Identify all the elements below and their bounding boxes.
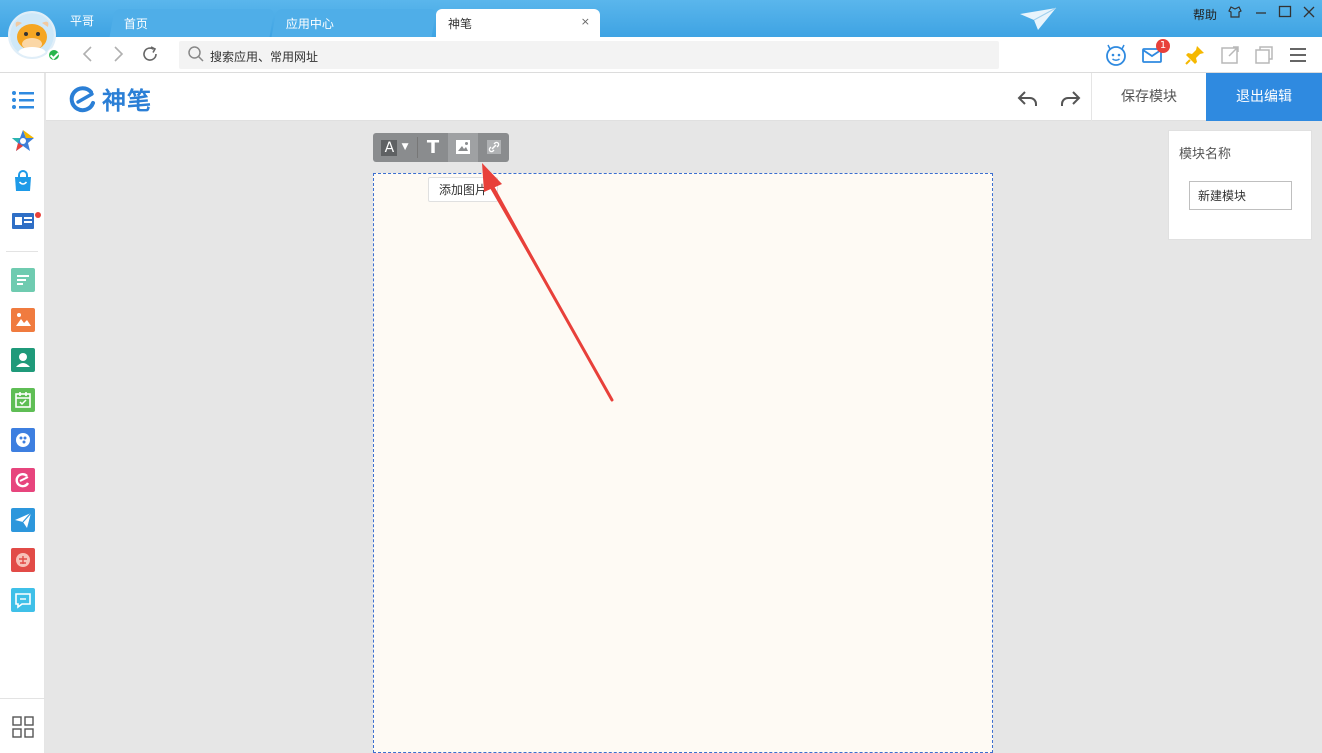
tab-close-icon[interactable]: × bbox=[581, 15, 590, 28]
chat-bot-icon[interactable] bbox=[1104, 43, 1128, 67]
address-bar: 搜索应用、常用网址 1 bbox=[0, 37, 1322, 73]
module-name-input[interactable] bbox=[1189, 181, 1292, 210]
left-sidebar bbox=[0, 73, 45, 753]
editor-canvas[interactable] bbox=[373, 173, 993, 753]
skin-icon[interactable] bbox=[1226, 4, 1244, 22]
add-text-button[interactable]: T bbox=[418, 133, 448, 162]
feedback-app-icon[interactable] bbox=[11, 588, 35, 612]
share-icon[interactable] bbox=[1218, 43, 1242, 67]
notification-dot bbox=[35, 212, 41, 218]
online-status-icon bbox=[47, 48, 61, 62]
font-style-label: A bbox=[381, 139, 398, 156]
shopping-bag-icon[interactable] bbox=[11, 169, 35, 193]
minimize-icon[interactable] bbox=[1252, 4, 1270, 22]
exit-edit-button[interactable]: 退出编辑 bbox=[1206, 73, 1322, 121]
sidebar-bottom-divider bbox=[0, 698, 45, 699]
menu-icon[interactable] bbox=[1286, 43, 1310, 67]
search-placeholder: 搜索应用、常用网址 bbox=[210, 50, 319, 64]
save-module-button[interactable]: 保存模块 bbox=[1091, 73, 1206, 121]
logo-text: 神笔 bbox=[102, 87, 152, 115]
paper-plane-icon[interactable] bbox=[1018, 6, 1058, 32]
photo-app-icon[interactable] bbox=[11, 308, 35, 332]
add-link-button[interactable] bbox=[478, 133, 509, 162]
image-icon bbox=[456, 140, 470, 154]
tab-app-center[interactable]: 应用中心 bbox=[271, 9, 437, 37]
pin-icon[interactable] bbox=[1183, 43, 1207, 67]
contact-card-icon[interactable] bbox=[11, 209, 35, 233]
star-app-icon[interactable] bbox=[11, 129, 35, 153]
module-name-label: 模块名称 bbox=[1179, 147, 1232, 162]
calendar-app-icon[interactable] bbox=[11, 388, 35, 412]
add-image-button[interactable] bbox=[448, 133, 478, 162]
grid-apps-icon[interactable] bbox=[11, 715, 35, 739]
palette-app-icon[interactable] bbox=[11, 428, 35, 452]
close-window-icon[interactable] bbox=[1300, 4, 1318, 22]
tab-app-center-label: 应用中心 bbox=[285, 17, 334, 31]
chevron-down-icon: ▼ bbox=[401, 142, 409, 152]
back-icon[interactable] bbox=[78, 44, 98, 64]
mail-badge: 1 bbox=[1156, 39, 1170, 53]
maximize-icon[interactable] bbox=[1276, 4, 1294, 22]
module-properties-panel: 模块名称 bbox=[1168, 130, 1312, 240]
shenbi-logo: 神笔 bbox=[68, 81, 152, 116]
search-input[interactable]: 搜索应用、常用网址 bbox=[179, 41, 999, 69]
title-bar: 平哥 首页 应用中心 神笔 × 帮助 bbox=[0, 0, 1322, 37]
send-app-icon[interactable] bbox=[11, 508, 35, 532]
list-icon[interactable] bbox=[11, 88, 35, 112]
tab-shenbi-label: 神笔 bbox=[448, 17, 473, 31]
search-icon bbox=[188, 46, 204, 62]
tab-home[interactable]: 首页 bbox=[109, 9, 275, 37]
text-tool-label: T bbox=[426, 137, 440, 158]
shenbi-app-icon[interactable] bbox=[11, 468, 35, 492]
user-name[interactable]: 平哥 bbox=[70, 12, 94, 29]
font-style-dropdown[interactable]: A ▼ bbox=[373, 133, 417, 162]
add-image-tooltip: 添加图片 bbox=[428, 177, 499, 202]
undo-icon[interactable] bbox=[1016, 86, 1040, 110]
tab-shenbi[interactable]: 神笔 × bbox=[436, 9, 600, 37]
redo-icon[interactable] bbox=[1058, 86, 1082, 110]
red-app-icon[interactable] bbox=[11, 548, 35, 572]
window-icon[interactable] bbox=[1252, 43, 1276, 67]
contacts-app-icon[interactable] bbox=[11, 348, 35, 372]
link-icon bbox=[486, 140, 501, 154]
notes-app-icon[interactable] bbox=[11, 268, 35, 292]
shenbi-logo-icon bbox=[69, 85, 95, 112]
editor-toolbar: A ▼ T bbox=[373, 133, 509, 162]
sidebar-divider bbox=[6, 251, 38, 252]
tab-home-label: 首页 bbox=[123, 17, 148, 31]
forward-icon[interactable] bbox=[108, 44, 128, 64]
help-link[interactable]: 帮助 bbox=[1193, 6, 1217, 23]
refresh-icon[interactable] bbox=[140, 44, 160, 64]
app-header: 神笔 保存模块 退出编辑 bbox=[46, 73, 1322, 121]
